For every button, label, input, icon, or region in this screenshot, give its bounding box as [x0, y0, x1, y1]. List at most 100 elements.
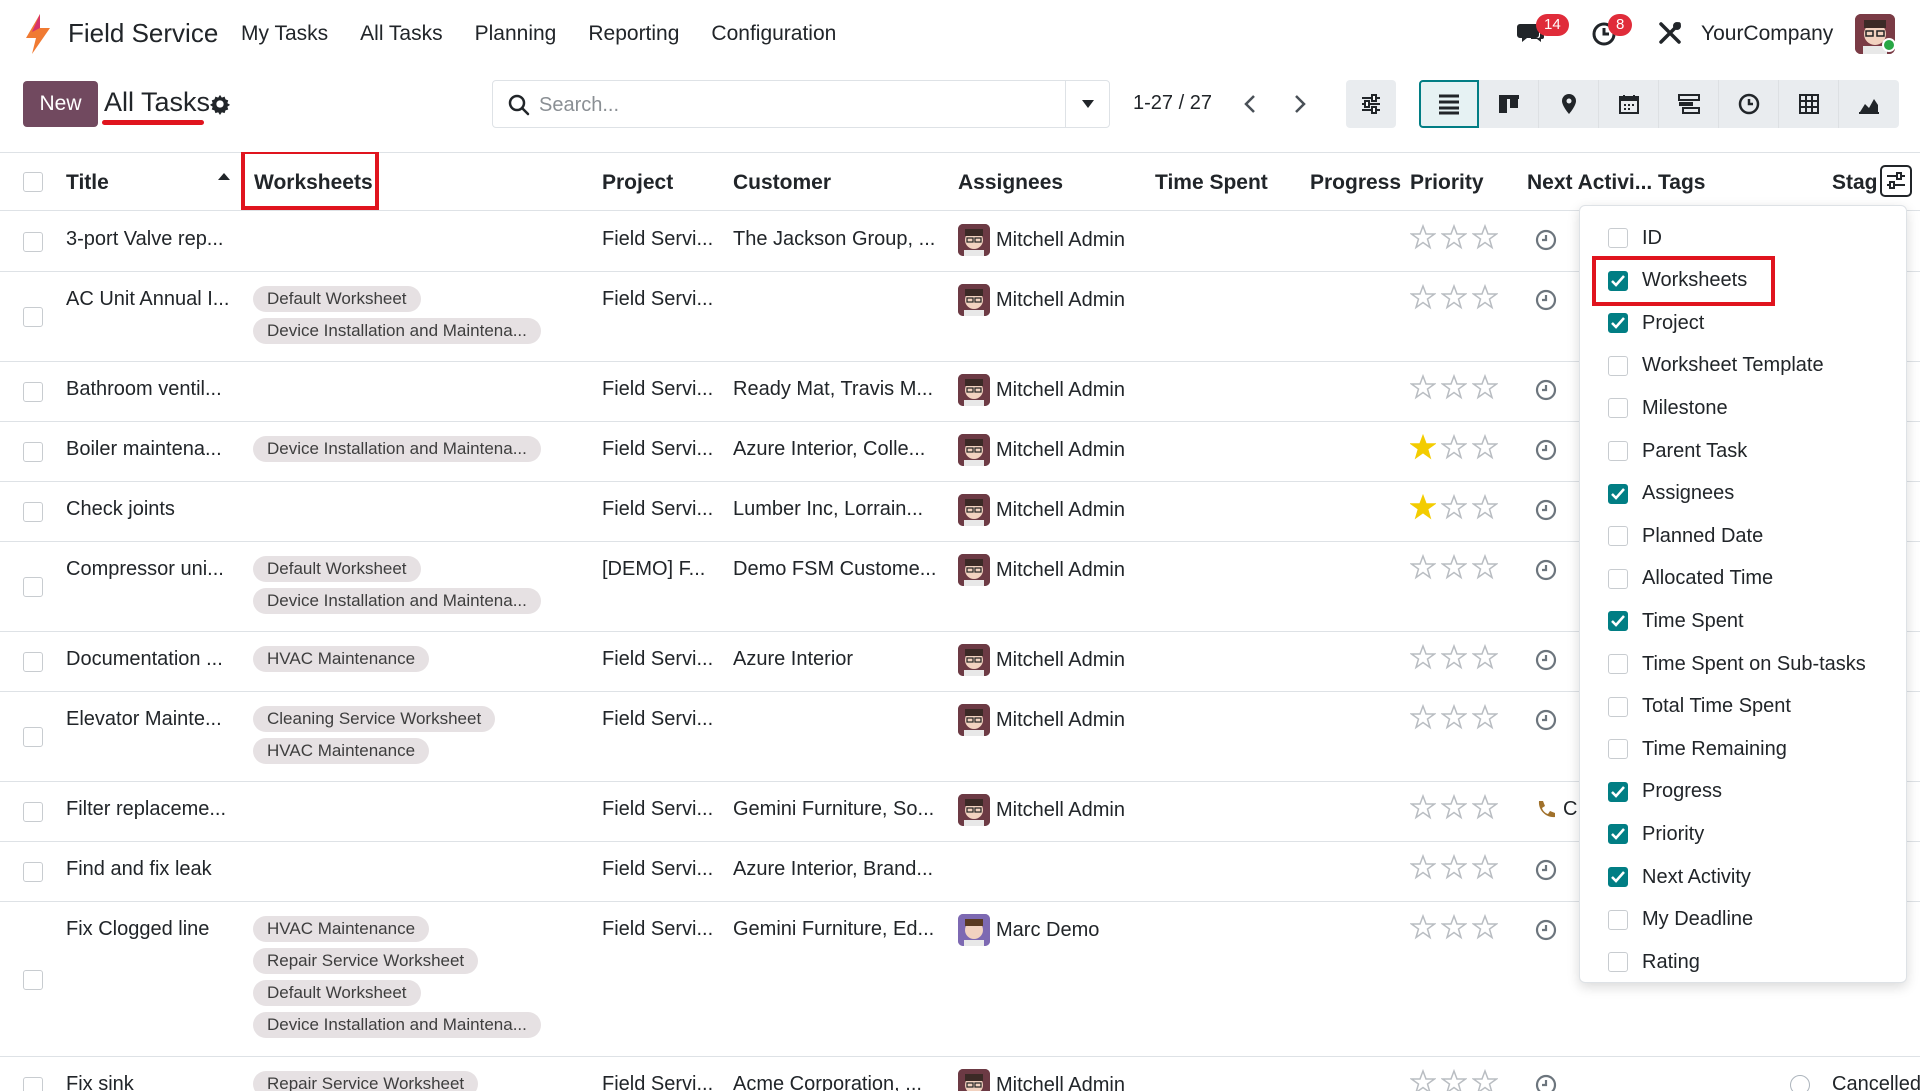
- star-empty-icon[interactable]: [1472, 704, 1498, 730]
- optional-columns-toggle[interactable]: [1880, 165, 1912, 197]
- optional-column-milestone[interactable]: Milestone: [1608, 393, 1728, 423]
- checkbox-unchecked[interactable]: [1608, 441, 1628, 461]
- stage-radio[interactable]: [1790, 1075, 1810, 1091]
- checkbox-checked[interactable]: [1608, 867, 1628, 887]
- assignee-cell[interactable]: Mitchell Admin: [958, 794, 1125, 826]
- graph-view-button[interactable]: [1839, 80, 1899, 128]
- phone-icon[interactable]: [1534, 798, 1558, 822]
- star-empty-icon[interactable]: [1472, 434, 1498, 460]
- star-empty-icon[interactable]: [1441, 704, 1467, 730]
- star-empty-icon[interactable]: [1410, 644, 1436, 670]
- star-empty-icon[interactable]: [1441, 434, 1467, 460]
- row-checkbox[interactable]: [23, 727, 43, 747]
- optional-column-time-remaining[interactable]: Time Remaining: [1608, 734, 1787, 764]
- assignee-cell[interactable]: Mitchell Admin: [958, 374, 1125, 406]
- row-checkbox[interactable]: [23, 862, 43, 882]
- checkbox-unchecked[interactable]: [1608, 739, 1628, 760]
- new-button[interactable]: New: [23, 81, 98, 127]
- clock-icon[interactable]: [1534, 918, 1558, 942]
- checkbox-unchecked[interactable]: [1608, 398, 1628, 419]
- calendar-view-button[interactable]: [1599, 80, 1659, 128]
- clock-icon[interactable]: [1534, 708, 1558, 732]
- task-title[interactable]: Elevator Mainte...: [66, 708, 246, 731]
- search-input[interactable]: [539, 89, 1039, 121]
- assignee-cell[interactable]: Mitchell Admin: [958, 284, 1125, 316]
- star-empty-icon[interactable]: [1472, 284, 1498, 310]
- checkbox-unchecked[interactable]: [1608, 909, 1628, 930]
- gear-icon[interactable]: [209, 93, 231, 115]
- menu-configuration[interactable]: Configuration: [711, 22, 836, 46]
- list-view-button[interactable]: [1419, 80, 1479, 128]
- task-title[interactable]: AC Unit Annual I...: [66, 288, 246, 311]
- select-all-checkbox[interactable]: [23, 172, 43, 192]
- activities-button[interactable]: 8: [1590, 14, 1633, 48]
- star-empty-icon[interactable]: [1441, 554, 1467, 580]
- checkbox-unchecked[interactable]: [1608, 526, 1628, 547]
- star-empty-icon[interactable]: [1410, 1069, 1436, 1091]
- star-empty-icon[interactable]: [1441, 494, 1467, 520]
- menu-all-tasks[interactable]: All Tasks: [360, 22, 442, 46]
- row-checkbox[interactable]: [23, 382, 43, 402]
- table-row[interactable]: Fix sink Repair Service Worksheet Field Se…: [0, 1057, 1920, 1091]
- star-empty-icon[interactable]: [1472, 1069, 1498, 1091]
- star-empty-icon[interactable]: [1441, 854, 1467, 880]
- row-checkbox[interactable]: [23, 1077, 43, 1091]
- checkbox-unchecked[interactable]: [1608, 654, 1628, 674]
- optional-column-priority[interactable]: Priority: [1608, 819, 1704, 849]
- task-title[interactable]: Documentation ...: [66, 648, 246, 671]
- column-header-stage[interactable]: Stag: [1832, 171, 1878, 195]
- star-empty-icon[interactable]: [1441, 794, 1467, 820]
- optional-column-project[interactable]: Project: [1608, 308, 1704, 338]
- clock-icon[interactable]: [1534, 288, 1558, 312]
- row-checkbox[interactable]: [23, 652, 43, 672]
- kanban-view-button[interactable]: [1479, 80, 1539, 128]
- menu-planning[interactable]: Planning: [475, 22, 557, 46]
- star-empty-icon[interactable]: [1410, 224, 1436, 250]
- star-empty-icon[interactable]: [1410, 554, 1436, 580]
- optional-column-progress[interactable]: Progress: [1608, 777, 1722, 807]
- row-checkbox[interactable]: [23, 577, 43, 597]
- company-switcher[interactable]: YourCompany: [1701, 22, 1833, 46]
- map-view-button[interactable]: [1539, 80, 1599, 128]
- star-filled-icon[interactable]: [1410, 494, 1436, 520]
- column-header-next-activity[interactable]: Next Activi...: [1527, 171, 1652, 195]
- star-empty-icon[interactable]: [1410, 284, 1436, 310]
- assignee-cell[interactable]: Mitchell Admin: [958, 644, 1125, 676]
- optional-column-next-activity[interactable]: Next Activity: [1608, 862, 1751, 892]
- column-header-assignees[interactable]: Assignees: [958, 171, 1063, 195]
- star-empty-icon[interactable]: [1410, 794, 1436, 820]
- column-header-tags[interactable]: Tags: [1658, 171, 1705, 195]
- task-title[interactable]: Check joints: [66, 498, 246, 521]
- column-header-title[interactable]: Title: [66, 171, 109, 195]
- row-checkbox[interactable]: [23, 232, 43, 252]
- clock-icon[interactable]: [1534, 558, 1558, 582]
- assignee-cell[interactable]: Marc Demo: [958, 914, 1099, 946]
- clock-icon[interactable]: [1534, 228, 1558, 252]
- optional-column-assignees[interactable]: Assignees: [1608, 479, 1734, 509]
- clock-icon[interactable]: [1534, 1073, 1558, 1091]
- star-empty-icon[interactable]: [1441, 284, 1467, 310]
- star-empty-icon[interactable]: [1410, 914, 1436, 940]
- star-empty-icon[interactable]: [1441, 374, 1467, 400]
- checkbox-checked[interactable]: [1608, 781, 1628, 802]
- clock-icon[interactable]: [1534, 648, 1558, 672]
- optional-column-id[interactable]: ID: [1608, 223, 1662, 253]
- checkbox-unchecked[interactable]: [1608, 696, 1628, 717]
- row-checkbox[interactable]: [23, 307, 43, 327]
- pivot-view-button[interactable]: [1779, 80, 1839, 128]
- checkbox-checked[interactable]: [1608, 611, 1628, 632]
- optional-column-total-time-spent[interactable]: Total Time Spent: [1608, 692, 1791, 722]
- field-service-logo-icon[interactable]: [22, 14, 54, 54]
- column-header-project[interactable]: Project: [602, 171, 673, 195]
- task-title[interactable]: 3-port Valve rep...: [66, 228, 246, 251]
- assignee-cell[interactable]: Mitchell Admin: [958, 224, 1125, 256]
- app-name[interactable]: Field Service: [68, 18, 218, 49]
- task-title[interactable]: Bathroom ventil...: [66, 378, 246, 401]
- column-header-customer[interactable]: Customer: [733, 171, 831, 195]
- task-title[interactable]: Fix sink: [66, 1073, 246, 1091]
- optional-column-parent-task[interactable]: Parent Task: [1608, 436, 1747, 466]
- row-checkbox[interactable]: [23, 970, 43, 990]
- messages-button[interactable]: 14: [1516, 14, 1569, 48]
- star-empty-icon[interactable]: [1410, 374, 1436, 400]
- task-title[interactable]: Find and fix leak: [66, 858, 246, 881]
